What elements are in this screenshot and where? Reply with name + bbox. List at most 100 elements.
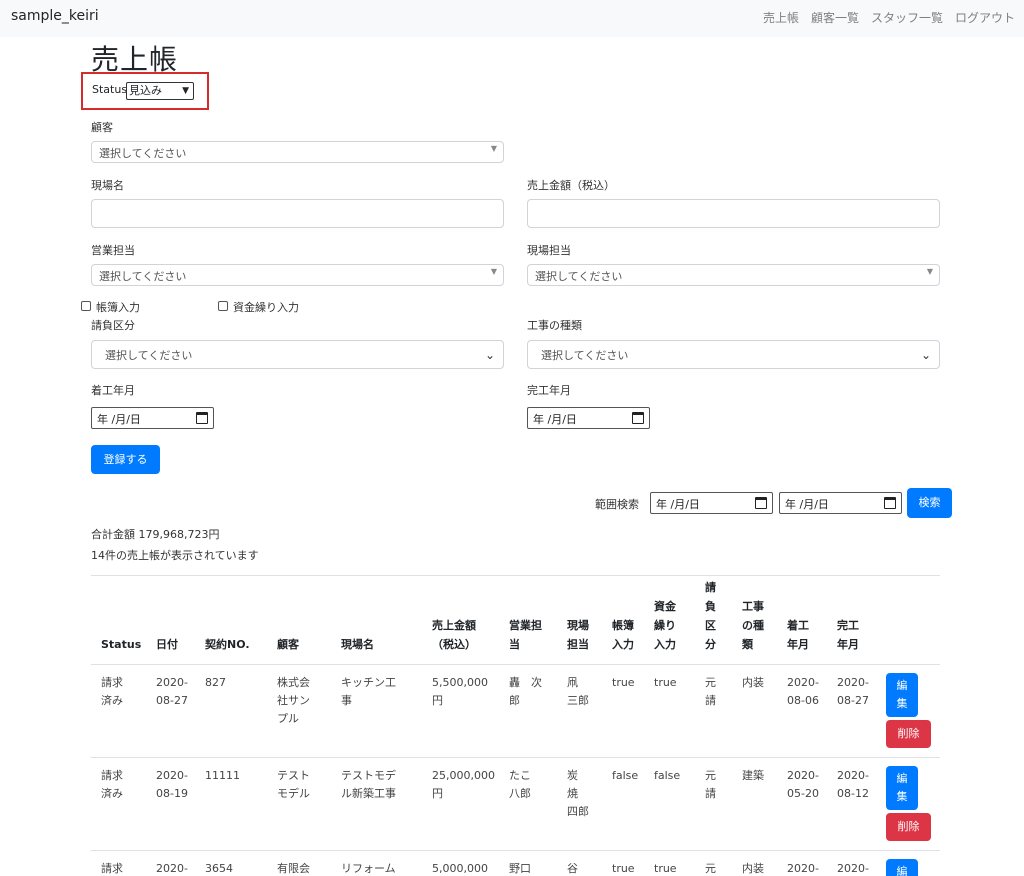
edit-button[interactable]: 編集 xyxy=(886,859,918,876)
row-divider xyxy=(91,757,940,758)
column-header: 資金 繰り 入力 xyxy=(654,600,676,651)
site-staff-placeholder: 選択してください xyxy=(535,270,623,283)
table-cell: 内装 xyxy=(742,676,764,689)
column-header: 工事 の種類 xyxy=(742,600,764,651)
table-cell: 株式会 社サン プル xyxy=(277,676,310,725)
sales-amount-label: 売上金額（税込） xyxy=(527,179,615,192)
calendar-icon[interactable] xyxy=(884,497,896,509)
calendar-icon[interactable] xyxy=(196,412,208,424)
contract-type-placeholder: 選択してください xyxy=(105,349,193,362)
search-button[interactable]: 検索 xyxy=(907,488,952,518)
range-to-input[interactable]: 年 /月/日 xyxy=(779,492,902,514)
column-header: 帳簿 入力 xyxy=(612,619,634,651)
table-cell: 827 xyxy=(205,676,226,689)
column-header: 売上金額 （税込） xyxy=(432,619,476,651)
row-divider xyxy=(91,850,940,851)
caret-down-icon: ▼ xyxy=(490,267,497,276)
divider xyxy=(91,575,940,576)
delete-button[interactable]: 削除 xyxy=(886,720,931,748)
table-cell: 元請 xyxy=(705,676,716,707)
start-month-input[interactable]: 年 /月/日 xyxy=(91,407,214,429)
range-from-input[interactable]: 年 /月/日 xyxy=(650,492,773,514)
column-header: 着工 年月 xyxy=(787,619,809,651)
customer-select-placeholder: 選択してください xyxy=(99,147,187,160)
total-amount: 合計金額 179,968,723円 xyxy=(91,528,220,541)
table-cell: 2020- 05-20 xyxy=(787,769,819,800)
contract-type-label: 請負区分 xyxy=(91,319,135,332)
table-cell: 25,000,000 円 xyxy=(432,769,495,800)
contract-type-select[interactable]: 選択してください ⌄ xyxy=(91,340,504,369)
table-cell: キッチン工事 xyxy=(341,676,396,707)
sales-staff-label: 営業担当 xyxy=(91,244,135,257)
nav-link-sales[interactable]: 売上帳 xyxy=(763,9,799,26)
work-type-select[interactable]: 選択してください ⌄ xyxy=(527,340,940,369)
brand-link[interactable]: sample_keiri xyxy=(11,8,99,24)
column-header: 契約NO. xyxy=(205,638,250,651)
table-cell: 2020- 08-06 xyxy=(787,676,819,707)
table-cell: 2020- xyxy=(156,862,188,875)
table-cell: true xyxy=(612,862,635,875)
header-divider xyxy=(91,664,940,665)
table-cell: 有限会 xyxy=(277,862,310,875)
table-cell: 11111 xyxy=(205,769,240,782)
caret-down-icon: ▼ xyxy=(926,267,933,276)
table-cell: true xyxy=(612,676,635,689)
table-cell: 請求 済み xyxy=(101,676,123,707)
cashflow-entry-checkbox[interactable] xyxy=(218,301,228,311)
table-cell: 5,500,000 円 xyxy=(432,676,488,707)
table-cell: 谷 xyxy=(567,862,578,875)
delete-button[interactable]: 削除 xyxy=(886,813,931,841)
site-staff-select[interactable]: 選択してください ▼ xyxy=(527,264,940,286)
nav-link-staff[interactable]: スタッフ一覧 xyxy=(871,9,943,26)
table-cell: 元請 xyxy=(705,769,716,800)
edit-button[interactable]: 編集 xyxy=(886,673,918,717)
table-cell: 2020- 08-27 xyxy=(837,676,869,707)
submit-button[interactable]: 登録する xyxy=(91,445,160,474)
table-cell: false xyxy=(612,769,639,782)
customer-label: 顧客 xyxy=(91,121,113,134)
nav-link-logout[interactable]: ログアウト xyxy=(955,9,1015,26)
status-filter-highlight: Status 見込み ▼ xyxy=(81,72,209,110)
table-cell: 轟 次郎 xyxy=(509,676,542,707)
table-cell: 建築 xyxy=(742,769,764,782)
table-cell: 2020- 08-27 xyxy=(156,676,188,707)
navbar: sample_keiri 売上帳 顧客一覧 スタッフ一覧 ログアウト xyxy=(0,0,1024,37)
calendar-icon[interactable] xyxy=(632,412,644,424)
calendar-icon[interactable] xyxy=(755,497,767,509)
end-month-label: 完工年月 xyxy=(527,384,571,397)
table-cell: true xyxy=(654,676,677,689)
column-header: 営業担当 xyxy=(509,619,542,651)
table-cell: 2020- xyxy=(787,862,819,875)
table-cell: 凧三郎 xyxy=(567,676,589,707)
table-cell: 5,000,000 xyxy=(432,862,488,875)
site-name-label: 現場名 xyxy=(91,179,124,192)
status-select[interactable]: 見込み ▼ xyxy=(126,82,194,100)
table-cell: 元 xyxy=(705,862,716,875)
range-search-label: 範囲検索 xyxy=(595,498,639,511)
table-cell: 請求 xyxy=(101,862,123,875)
chevron-down-icon: ▼ xyxy=(182,86,189,96)
sales-staff-select[interactable]: 選択してください ▼ xyxy=(91,264,504,286)
caret-down-icon: ▼ xyxy=(490,144,497,153)
status-label: Status xyxy=(92,83,128,96)
sales-amount-input[interactable] xyxy=(527,199,940,228)
nav-link-customers[interactable]: 顧客一覧 xyxy=(811,9,859,26)
table-cell: false xyxy=(654,769,681,782)
ledger-entry-checkbox[interactable] xyxy=(81,301,91,311)
table-cell: 請求 済み xyxy=(101,769,123,800)
column-header: 顧客 xyxy=(277,638,299,651)
column-header: 請負区分 xyxy=(705,581,716,651)
site-staff-label: 現場担当 xyxy=(527,244,571,257)
chevron-down-icon: ⌄ xyxy=(484,348,495,362)
end-month-input[interactable]: 年 /月/日 xyxy=(527,407,650,429)
column-header: 現場名 xyxy=(341,638,374,651)
table-cell: 炭焼四郎 xyxy=(567,769,589,818)
site-name-input[interactable] xyxy=(91,199,504,228)
status-select-value: 見込み xyxy=(129,84,162,97)
table-cell: たこ 八郎 xyxy=(509,769,531,800)
ledger-entry-label: 帳簿入力 xyxy=(96,301,140,314)
customer-select[interactable]: 選択してください ▼ xyxy=(91,141,504,163)
record-count: 14件の売上帳が表示されています xyxy=(91,549,259,562)
edit-button[interactable]: 編集 xyxy=(886,766,918,810)
column-header: Status xyxy=(101,638,142,651)
